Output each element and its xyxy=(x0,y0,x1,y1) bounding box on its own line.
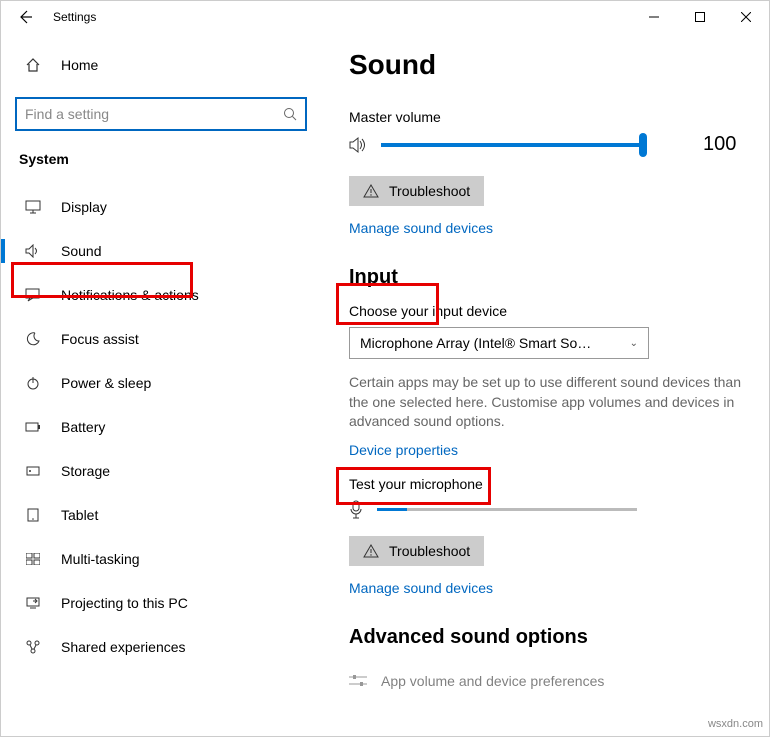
sidebar-item-label: Shared experiences xyxy=(61,639,186,655)
sidebar-item-label: Display xyxy=(61,199,107,215)
arrow-left-icon xyxy=(17,9,33,25)
manage-input-devices-link[interactable]: Manage sound devices xyxy=(349,580,741,596)
search-icon xyxy=(283,107,297,121)
window-title: Settings xyxy=(49,10,96,24)
home-icon xyxy=(23,57,43,73)
sidebar-item-label: Notifications & actions xyxy=(61,287,199,303)
sidebar-item-display[interactable]: Display xyxy=(1,185,321,229)
volume-value: 100 xyxy=(703,133,736,156)
search-input[interactable] xyxy=(25,106,283,122)
shared-icon xyxy=(23,640,43,654)
moon-icon xyxy=(23,332,43,346)
main-panel: Sound Master volume 100 Troubleshoot Man… xyxy=(321,33,769,736)
sidebar-item-label: Tablet xyxy=(61,507,98,523)
sidebar-item-label: Sound xyxy=(61,243,101,259)
watermark: wsxdn.com xyxy=(708,718,763,730)
close-button[interactable] xyxy=(723,1,769,33)
power-icon xyxy=(23,376,43,390)
sidebar-item-notifications[interactable]: Notifications & actions xyxy=(1,273,321,317)
sidebar-item-sound[interactable]: Sound xyxy=(1,229,321,273)
sidebar-item-label: Storage xyxy=(61,463,110,479)
sidebar-item-power[interactable]: Power & sleep xyxy=(1,361,321,405)
input-device-dropdown[interactable]: Microphone Array (Intel® Smart So… ⌄ xyxy=(349,327,649,359)
troubleshoot-label: Troubleshoot xyxy=(389,543,470,559)
page-title: Sound xyxy=(349,49,741,81)
input-device-selected: Microphone Array (Intel® Smart So… xyxy=(360,335,591,351)
sidebar-item-tablet[interactable]: Tablet xyxy=(1,493,321,537)
test-mic-label: Test your microphone xyxy=(349,476,741,492)
sidebar-item-battery[interactable]: Battery xyxy=(1,405,321,449)
maximize-button[interactable] xyxy=(677,1,723,33)
home-nav[interactable]: Home xyxy=(1,45,321,85)
troubleshoot-output-button[interactable]: Troubleshoot xyxy=(349,176,484,206)
sidebar-item-projecting[interactable]: Projecting to this PC xyxy=(1,581,321,625)
speaker-icon[interactable] xyxy=(349,136,369,154)
sound-icon xyxy=(23,244,43,258)
multitasking-icon xyxy=(23,553,43,565)
sidebar-item-multitasking[interactable]: Multi-tasking xyxy=(1,537,321,581)
sidebar-item-label: Battery xyxy=(61,419,105,435)
choose-input-label: Choose your input device xyxy=(349,303,741,319)
sidebar-item-shared[interactable]: Shared experiences xyxy=(1,625,321,669)
master-volume-label: Master volume xyxy=(349,109,741,125)
sliders-icon xyxy=(349,674,367,688)
sidebar-item-label: Power & sleep xyxy=(61,375,151,391)
titlebar: Settings xyxy=(1,1,769,33)
search-input-wrap[interactable] xyxy=(15,97,307,131)
notifications-icon xyxy=(23,288,43,302)
sidebar-item-focus-assist[interactable]: Focus assist xyxy=(1,317,321,361)
minimize-button[interactable] xyxy=(631,1,677,33)
display-icon xyxy=(23,200,43,214)
mic-level-fill xyxy=(377,508,407,511)
warning-icon xyxy=(363,544,379,558)
input-help-text: Certain apps may be set up to use differ… xyxy=(349,373,741,432)
sidebar-item-label: Projecting to this PC xyxy=(61,595,188,611)
projecting-icon xyxy=(23,597,43,609)
manage-output-devices-link[interactable]: Manage sound devices xyxy=(349,220,741,236)
tablet-icon xyxy=(23,508,43,522)
sidebar: Home System Display Sound Notifications … xyxy=(1,33,321,736)
troubleshoot-label: Troubleshoot xyxy=(389,183,470,199)
slider-thumb[interactable] xyxy=(639,133,647,157)
troubleshoot-input-button[interactable]: Troubleshoot xyxy=(349,536,484,566)
sidebar-item-label: Multi-tasking xyxy=(61,551,140,567)
battery-icon xyxy=(23,422,43,432)
section-system-label: System xyxy=(1,151,321,167)
sidebar-item-label: Focus assist xyxy=(61,331,139,347)
input-heading: Input xyxy=(349,266,398,289)
advanced-heading: Advanced sound options xyxy=(349,626,588,649)
storage-icon xyxy=(23,464,43,478)
chevron-down-icon: ⌄ xyxy=(630,338,638,349)
microphone-icon xyxy=(349,500,363,520)
mic-level-bar xyxy=(377,508,637,511)
device-properties-link[interactable]: Device properties xyxy=(349,442,741,458)
app-preferences-label: App volume and device preferences xyxy=(381,673,604,689)
home-label: Home xyxy=(61,57,98,73)
warning-icon xyxy=(363,184,379,198)
back-button[interactable] xyxy=(1,1,49,33)
volume-slider[interactable] xyxy=(381,143,643,147)
sidebar-item-storage[interactable]: Storage xyxy=(1,449,321,493)
